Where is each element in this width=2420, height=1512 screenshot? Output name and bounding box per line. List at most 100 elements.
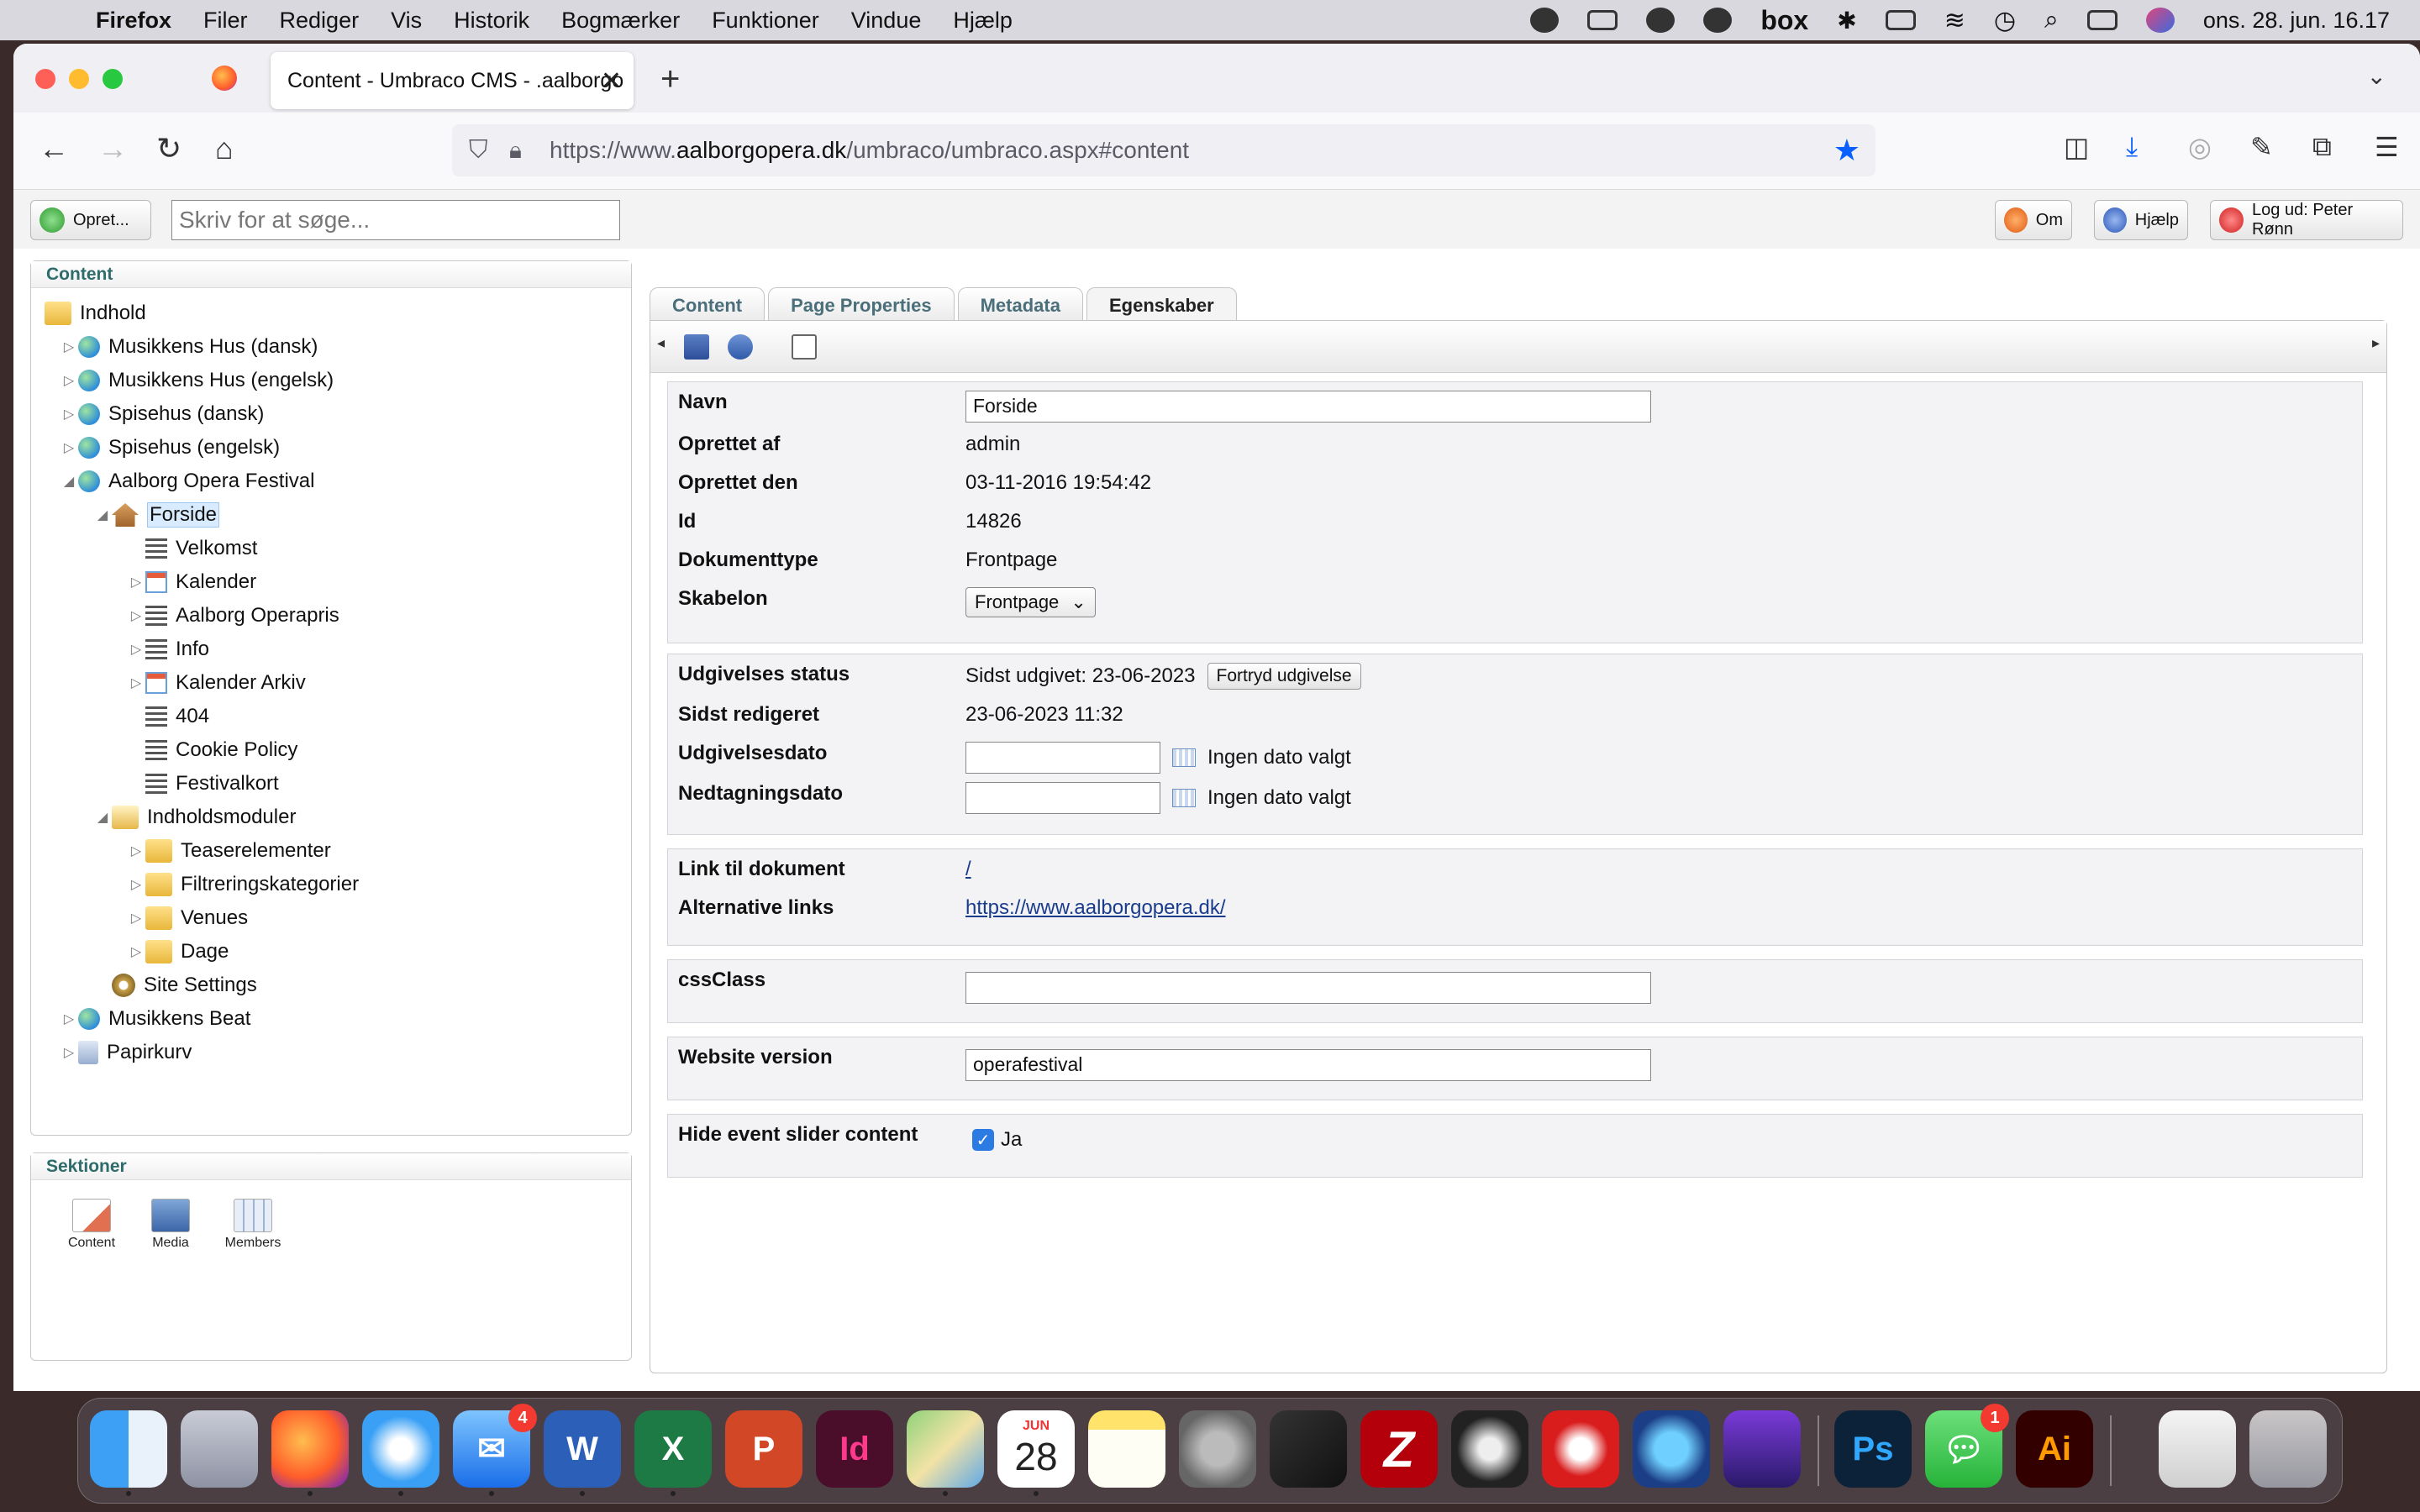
finder-icon[interactable] [90,1410,167,1496]
alternative-link[interactable]: https://www.aalborgopera.dk/ [965,896,1226,920]
tree-node-venues[interactable]: ▷ Venues [127,901,248,935]
logout-button[interactable]: Log ud: Peter Rønn [2210,200,2403,240]
wifi-icon[interactable]: ≋ [1944,6,1965,35]
extension-compass-icon[interactable]: ◎ [2188,131,2212,163]
lock-icon[interactable]: 🔒︎ [509,137,538,165]
home-icon[interactable]: ⌂ [215,131,234,166]
maps-icon[interactable] [907,1410,984,1496]
tree-node-404[interactable]: 404 [145,700,209,733]
expand-arrow-icon[interactable]: ▷ [60,439,78,456]
close-tab-icon[interactable]: ✕ [601,66,622,96]
menu-vindue[interactable]: Vindue [851,8,922,34]
bookmark-star-icon[interactable]: ★ [1833,133,1860,168]
back-icon[interactable]: ← [39,131,69,166]
illustrator-icon[interactable]: Ai [2016,1410,2093,1488]
notes-icon[interactable] [1088,1410,1165,1488]
toolbar-scroll-left-icon[interactable]: ◂ [657,334,665,352]
tree-node-aalborg-opera-festival[interactable]: ◢ Aalborg Opera Festival [60,465,314,498]
tree-node-label[interactable]: Aalborg Operapris [176,604,339,627]
tab-content[interactable]: Content [650,287,765,321]
dropbox-status-icon[interactable] [1587,10,1618,30]
document-link[interactable]: / [965,858,971,881]
window-minimize-button[interactable] [69,69,89,89]
menu-historik[interactable]: Historik [454,8,529,34]
tree-node-festivalkort[interactable]: Festivalkort [145,767,279,801]
collapse-arrow-icon[interactable]: ◢ [60,473,78,490]
tree-node-kalender[interactable]: ▷ Kalender [127,565,256,599]
tree-node-label-selected[interactable]: Forside [147,502,220,528]
word-icon[interactable]: W [544,1410,621,1496]
tree-node-label[interactable]: Papirkurv [107,1041,192,1064]
cssclass-input[interactable] [965,972,1651,1004]
tree-node-site-settings[interactable]: Site Settings [112,969,257,1002]
tree-node-label[interactable]: Kalender Arkiv [176,671,306,695]
trash-icon[interactable] [2249,1410,2327,1488]
obs-icon[interactable] [1451,1410,1528,1488]
tree-node-musikkens-hus-dansk[interactable]: ▷ Musikkens Hus (dansk) [60,330,318,364]
tree-node-indhold[interactable]: Indhold [45,297,146,330]
toolbar-scroll-right-icon[interactable]: ▸ [2372,334,2380,352]
hide-slider-checkbox[interactable]: ✓ [972,1129,994,1151]
expand-arrow-icon[interactable]: ▷ [127,607,145,624]
tree-node-spisehus-dansk[interactable]: ▷ Spisehus (dansk) [60,397,264,431]
tree-node-label[interactable]: Aalborg Opera Festival [108,470,314,493]
tab-metadata[interactable]: Metadata [957,287,1083,321]
window-zoom-button[interactable] [103,69,123,89]
collapse-arrow-icon[interactable]: ◢ [93,809,112,826]
tree-node-label[interactable]: Teaserelementer [181,839,331,863]
menu-vis[interactable]: Vis [391,8,422,34]
excel-icon[interactable]: X [634,1410,712,1496]
tree-node-label[interactable]: Spisehus (dansk) [108,402,264,426]
tab-page-properties[interactable]: Page Properties [768,287,955,321]
section-content[interactable]: Content [61,1199,122,1251]
create-button[interactable]: Opret... [30,200,151,240]
tree-node-label[interactable]: Musikkens Hus (engelsk) [108,369,334,392]
menu-funktioner[interactable]: Funktioner [712,8,819,34]
launchpad-icon[interactable] [181,1410,258,1488]
tree-node-kalender-arkiv[interactable]: ▷ Kalender Arkiv [127,666,306,700]
bluetooth-icon[interactable]: ✱ [1837,7,1856,34]
tree-node-label[interactable]: Indhold [80,302,146,325]
menu-filer[interactable]: Filer [203,8,248,34]
tree-node-label[interactable]: Info [176,638,209,661]
time-machine-icon[interactable]: ◷ [1994,6,2016,35]
tree-node-velkomst[interactable]: Velkomst [145,532,257,565]
navn-input[interactable]: Forside [965,391,1651,423]
tree-node-label[interactable]: Spisehus (engelsk) [108,436,280,459]
new-tab-icon[interactable]: + [660,60,680,98]
unpublish-button[interactable]: Fortryd udgivelse [1207,663,1361,690]
downloads-stack-icon[interactable] [2159,1410,2236,1488]
calendar-picker-icon[interactable] [1172,789,1196,807]
expand-arrow-icon[interactable]: ▷ [60,372,78,389]
collapse-arrow-icon[interactable]: ◢ [93,507,112,523]
help-button[interactable]: Hjælp [2094,200,2188,240]
expand-arrow-icon[interactable]: ▷ [127,675,145,691]
about-button[interactable]: Om [1995,200,2072,240]
tree-node-label[interactable]: Musikkens Beat [108,1007,250,1031]
tree-node-label[interactable]: Festivalkort [176,772,279,795]
tree-node-label[interactable]: Dage [181,940,229,963]
tree-node-label[interactable]: Site Settings [144,974,257,997]
mail-icon[interactable]: ✉ 4 [453,1404,537,1496]
firefox-view-icon[interactable] [212,66,237,91]
skabelon-select[interactable]: Frontpage ⌄ [965,587,1096,617]
publish-date-input[interactable] [965,742,1160,774]
tree-node-cookie-policy[interactable]: Cookie Policy [145,733,297,767]
tree-node-label[interactable]: Velkomst [176,537,257,560]
reload-icon[interactable]: ↻ [156,131,182,166]
menu-rediger[interactable]: Rediger [280,8,360,34]
safari-icon[interactable] [362,1410,439,1496]
expand-arrow-icon[interactable]: ▷ [127,943,145,960]
video-editor-icon[interactable] [1723,1410,1801,1488]
expire-date-input[interactable] [965,782,1160,814]
tree-node-musikkens-hus-engelsk[interactable]: ▷ Musikkens Hus (engelsk) [60,364,334,397]
expand-arrow-icon[interactable]: ▷ [60,1044,78,1061]
menu-hjaelp[interactable]: Hjælp [953,8,1013,34]
expand-arrow-icon[interactable]: ▷ [60,339,78,355]
tab-egenskaber[interactable]: Egenskaber [1086,287,1237,321]
photoshop-icon[interactable]: Ps [1834,1410,1912,1488]
search-input[interactable]: Skriv for at søge... [171,200,620,240]
tree-node-papirkurv[interactable]: ▷ Papirkurv [60,1036,192,1069]
tree-node-indholdsmoduler[interactable]: ◢ Indholdsmoduler [93,801,296,834]
expand-arrow-icon[interactable]: ▷ [127,910,145,927]
